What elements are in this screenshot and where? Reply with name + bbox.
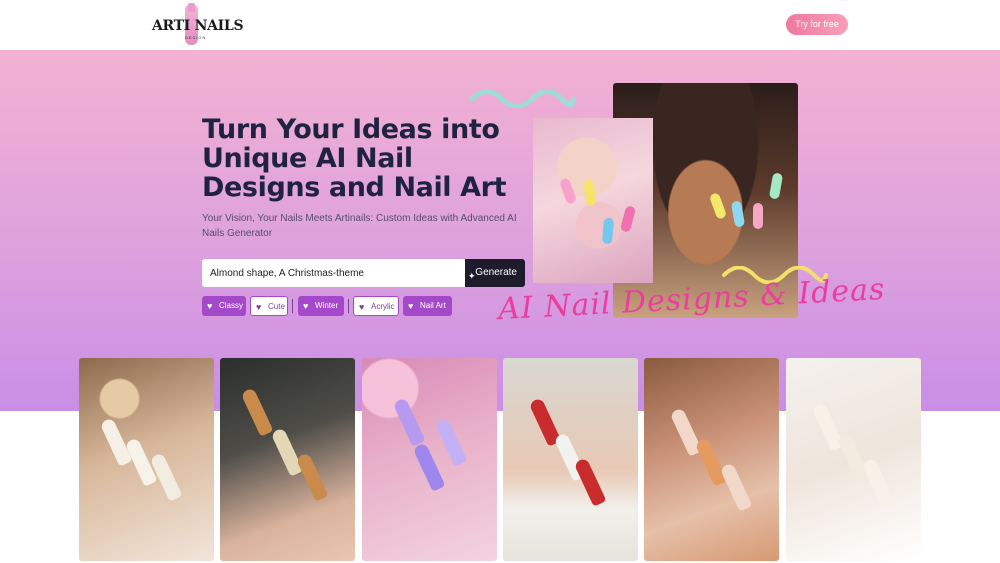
hero-subtitle: Your Vision, Your Nails Meets Artinails:… [202, 213, 517, 239]
heart-icon: ♥ [303, 301, 309, 311]
tag-label: Winter [315, 301, 339, 310]
nail [753, 203, 763, 229]
tag-separator [348, 299, 349, 313]
tag-separator [292, 299, 293, 313]
tag-label: Classy [219, 301, 244, 310]
gallery-image[interactable] [503, 358, 638, 561]
gallery-image[interactable] [362, 358, 497, 561]
generate-label: Generate [475, 267, 517, 278]
logo[interactable]: ARTI NAILS DESIGN [152, 3, 244, 45]
tag-acrylic[interactable]: ♥ Acrylic [353, 296, 399, 316]
nail [240, 387, 274, 437]
nail [694, 437, 728, 487]
tag-classy[interactable]: ♥ Classy [202, 296, 246, 316]
nail [295, 452, 329, 502]
tag-winter[interactable]: ♥ Winter [298, 296, 344, 316]
nail [836, 432, 870, 482]
tag-nail-art[interactable]: ♥ Nail Art [403, 296, 452, 316]
gallery-image[interactable] [786, 358, 921, 561]
logo-text: ARTI NAILS [152, 18, 244, 34]
nail [573, 457, 607, 507]
prompt-search-bar: ✦ Generate [202, 259, 525, 287]
tag-cute[interactable]: ♥ Cute [250, 296, 288, 316]
nail [392, 397, 426, 447]
nail [861, 457, 895, 507]
gallery-image[interactable] [220, 358, 355, 561]
teal-wave-decoration [470, 90, 576, 108]
nail [619, 205, 637, 233]
nail [768, 172, 784, 200]
tag-label: Nail Art [420, 301, 446, 310]
logo-subtext: DESIGN [185, 35, 207, 40]
tag-label: Acrylic [371, 302, 395, 311]
heart-icon: ♥ [256, 302, 262, 312]
nail [583, 179, 597, 207]
sparkle-icon: ✦ [468, 271, 476, 281]
page: ARTI NAILS DESIGN Try for free Turn Your… [0, 0, 1000, 563]
nail [601, 217, 615, 245]
nail [270, 427, 304, 477]
hero-model-photo-left [533, 118, 653, 283]
nail [708, 192, 728, 220]
tag-label: Cute [268, 302, 285, 311]
heart-icon: ♥ [359, 302, 365, 312]
hero-title: Turn Your Ideas into Unique AI Nail Desi… [202, 114, 507, 203]
try-for-free-button[interactable]: Try for free [786, 14, 848, 35]
generate-button[interactable]: ✦ Generate [465, 259, 525, 287]
nail [434, 417, 468, 467]
nail [719, 462, 753, 512]
prompt-input[interactable] [202, 259, 465, 287]
gallery-image[interactable] [644, 358, 779, 561]
nail [730, 200, 746, 228]
heart-icon: ♥ [408, 301, 414, 311]
heart-icon: ♥ [207, 301, 213, 311]
nail [412, 442, 446, 492]
top-nav: ARTI NAILS DESIGN Try for free [0, 0, 1000, 50]
gallery-image[interactable] [79, 358, 214, 561]
nail [558, 177, 578, 205]
